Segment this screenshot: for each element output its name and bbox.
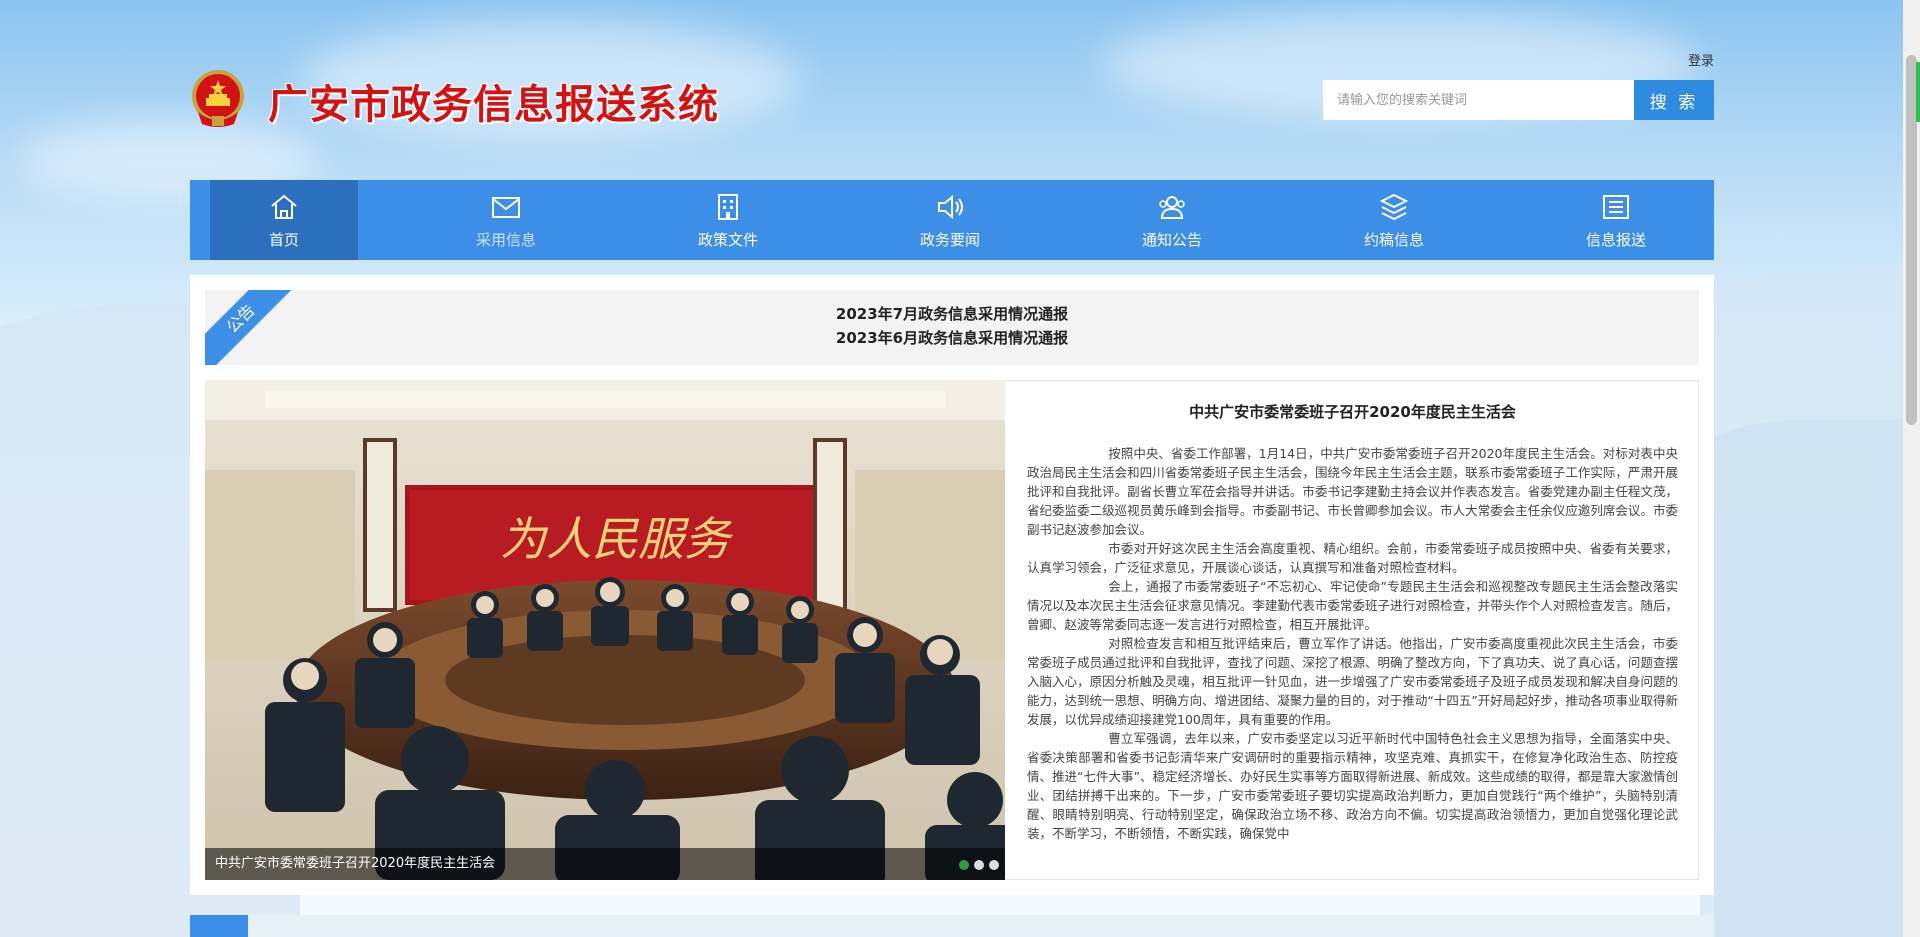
login-link[interactable]: 登录	[1688, 50, 1714, 69]
article-paragraph: 对照检查发言和相互批评结束后，曹立军作了讲话。他指出，广安市委高度重视此次民主生…	[1027, 636, 1678, 727]
search-button[interactable]: 搜 索	[1634, 80, 1714, 120]
banner-text: 为人民服务	[500, 512, 734, 566]
building-icon	[718, 193, 738, 220]
nav-item-home[interactable]: 首页	[210, 180, 358, 260]
search-input[interactable]	[1323, 80, 1634, 120]
slide-photo: 为人民服务	[205, 380, 1005, 880]
article-paragraph: 按照中央、省委工作部署，1月14日，中共广安市委常委班子召开2020年度民主生活…	[1027, 446, 1678, 537]
speaker-icon	[938, 194, 963, 219]
slide-dot[interactable]	[989, 860, 999, 870]
nav-label: 政策文件	[697, 230, 758, 249]
nav-item-solicited-info[interactable]: 约稿信息	[1320, 180, 1468, 260]
article-preview: 中共广安市委常委班子召开2020年度民主生活会 按照中央、省委工作部署，1月14…	[1005, 380, 1699, 880]
site-header: 广安市政务信息报送系统 登录 搜 索	[190, 0, 1714, 175]
nav-label: 信息报送	[1585, 230, 1646, 249]
nav-label: 约稿信息	[1363, 230, 1424, 249]
slide-dot[interactable]	[974, 860, 984, 870]
nav-label: 政务要闻	[919, 230, 980, 249]
scroll-indicator	[1916, 62, 1920, 122]
nav-label: 首页	[268, 230, 299, 249]
notice-item[interactable]: 2023年7月政务信息采用情况通报	[205, 302, 1699, 326]
notice-item[interactable]: 2023年6月政务信息采用情况通报	[205, 326, 1699, 350]
nav-item-policy-docs[interactable]: 政策文件	[654, 180, 802, 260]
nav-label: 采用信息	[475, 230, 536, 249]
article-body: 按照中央、省委工作部署，1月14日，中共广安市委常委班子召开2020年度民主生活…	[1027, 444, 1678, 843]
notice-bar: 公告 2023年7月政务信息采用情况通报 2023年6月政务信息采用情况通报	[205, 290, 1699, 365]
article-title[interactable]: 中共广安市委常委班子召开2020年度民主生活会	[1027, 401, 1678, 422]
main-nav: 首页 采用信息 政策文件 政务要闻 通知公告 约稿信息 信息报送	[190, 180, 1714, 260]
slide-dots	[959, 860, 999, 870]
section-tab[interactable]	[190, 915, 248, 937]
nav-item-info-submit[interactable]: 信息报送	[1542, 180, 1690, 260]
main-content: 公告 2023年7月政务信息采用情况通报 2023年6月政务信息采用情况通报 为…	[190, 275, 1714, 895]
nav-item-notices[interactable]: 通知公告	[1098, 180, 1246, 260]
article-paragraph: 会上，通报了市委常委班子“不忘初心、牢记使命”专题民主生活会和巡视整改专题民主生…	[1027, 579, 1678, 632]
nav-item-adopted-info[interactable]: 采用信息	[432, 180, 580, 260]
nav-label: 通知公告	[1141, 230, 1202, 249]
slide-caption: 中共广安市委常委班子召开2020年度民主生活会	[205, 848, 1005, 880]
notice-list: 2023年7月政务信息采用情况通报 2023年6月政务信息采用情况通报	[205, 302, 1699, 350]
national-emblem-icon	[192, 70, 244, 127]
news-slider[interactable]: 为人民服务 中共广安市委常委班子召开2020年度民主生活会	[205, 380, 1005, 880]
mail-icon	[492, 196, 520, 218]
home-icon	[271, 194, 297, 219]
list-icon	[1603, 194, 1629, 219]
site-title: 广安市政务信息报送系统	[268, 81, 719, 128]
nav-item-gov-news[interactable]: 政务要闻	[876, 180, 1024, 260]
page-scrollbar[interactable]	[1903, 0, 1920, 937]
users-icon	[1159, 195, 1185, 219]
layers-icon	[1379, 193, 1409, 220]
next-section-strip	[190, 915, 1714, 937]
article-paragraph: 曹立军强调，去年以来，广安市委坚定以习近平新时代中国特色社会主义思想为指导，全面…	[1027, 731, 1678, 841]
article-paragraph: 市委对开好这次民主生活会高度重视、精心组织。会前，市委常委班子成员按照中央、省委…	[1027, 541, 1678, 575]
slide-dot[interactable]	[959, 860, 969, 870]
